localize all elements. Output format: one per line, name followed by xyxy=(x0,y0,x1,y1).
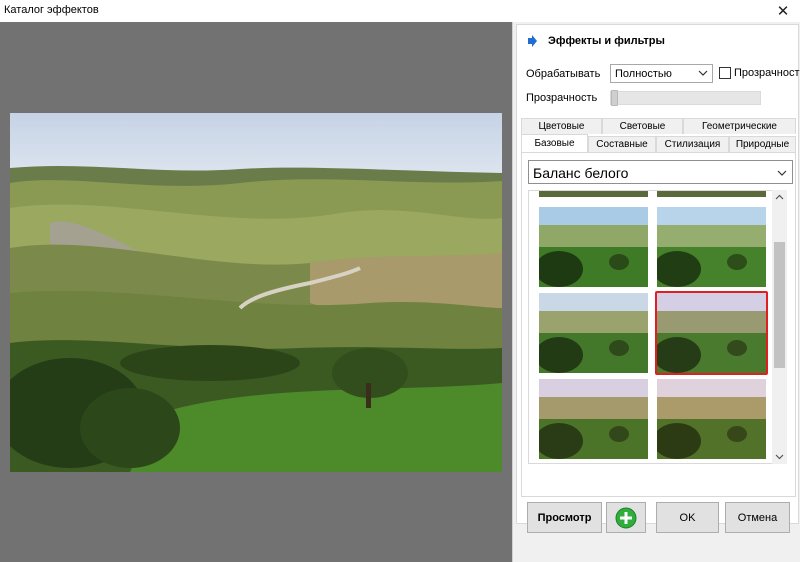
process-row: Обрабатывать Полностью Прозрачность xyxy=(526,64,800,84)
tab-light[interactable]: Световые xyxy=(602,118,683,134)
title-bar: Каталог эффектов ✕ xyxy=(0,0,800,22)
add-effect-button[interactable] xyxy=(606,502,646,533)
transparency-slider-thumb[interactable] xyxy=(611,90,618,106)
scroll-up-icon[interactable] xyxy=(772,190,787,205)
transparency-checkbox-wrap[interactable]: Прозрачность xyxy=(719,67,800,79)
tab-natural[interactable]: Природные xyxy=(729,136,796,152)
process-select-value: Полностью xyxy=(615,68,672,80)
tab-stylization[interactable]: Стилизация xyxy=(656,136,729,152)
cancel-button[interactable]: Отмена xyxy=(725,502,790,533)
effect-select-value: Баланс белого xyxy=(533,165,629,181)
effects-panel-inner: Эффекты и фильтры Обрабатывать Полностью… xyxy=(516,24,800,524)
effect-thumbnail[interactable] xyxy=(539,207,648,287)
panel-header: Эффекты и фильтры xyxy=(526,33,665,49)
tab-composite[interactable]: Составные xyxy=(588,136,656,152)
effects-panel: Эффекты и фильтры Обрабатывать Полностью… xyxy=(512,22,800,562)
effect-thumbnail-partial[interactable] xyxy=(657,191,766,197)
plus-circle-icon xyxy=(615,507,637,528)
scrollbar-thumb[interactable] xyxy=(774,242,785,368)
transparency-checkbox-label: Прозрачность xyxy=(734,67,800,79)
effect-thumbnail[interactable] xyxy=(657,379,766,459)
preview-button[interactable]: Просмотр xyxy=(527,502,602,533)
transparency-label: Прозрачность xyxy=(526,92,598,104)
effect-thumbnail[interactable] xyxy=(657,207,766,287)
tabs-row-bottom: Базовые Составные Стилизация Природные xyxy=(521,134,796,152)
tabs-row-top: Цветовые Световые Геометрические xyxy=(521,118,796,134)
tab-geometric[interactable]: Геометрические xyxy=(683,118,796,134)
effect-thumbnail-partial[interactable] xyxy=(539,191,648,197)
scroll-down-icon[interactable] xyxy=(772,449,787,464)
preview-image xyxy=(10,113,502,472)
transparency-slider[interactable] xyxy=(610,91,761,105)
tab-basic[interactable]: Базовые xyxy=(521,134,588,152)
window-title: Каталог эффектов xyxy=(4,4,99,16)
gallery-scrollbar[interactable] xyxy=(772,190,787,464)
process-label: Обрабатывать xyxy=(526,68,601,80)
chevron-down-icon xyxy=(777,170,787,176)
chevron-down-icon xyxy=(698,70,708,76)
effect-select[interactable]: Баланс белого xyxy=(528,160,793,184)
effect-thumbnail[interactable] xyxy=(539,379,648,459)
arrow-right-icon xyxy=(528,35,537,47)
ok-button[interactable]: OK xyxy=(656,502,719,533)
selection-frame xyxy=(655,291,768,375)
tab-content-basic: Баланс белого xyxy=(521,152,796,497)
panel-title: Эффекты и фильтры xyxy=(548,35,665,47)
process-select[interactable]: Полностью xyxy=(610,64,713,83)
close-icon[interactable]: ✕ xyxy=(766,0,800,22)
transparency-row: Прозрачность xyxy=(526,89,796,107)
transparency-checkbox[interactable] xyxy=(719,67,731,79)
preview-area xyxy=(0,22,512,562)
tab-color[interactable]: Цветовые xyxy=(521,118,602,134)
effect-thumbnail[interactable] xyxy=(539,293,648,373)
effect-gallery xyxy=(528,190,787,464)
